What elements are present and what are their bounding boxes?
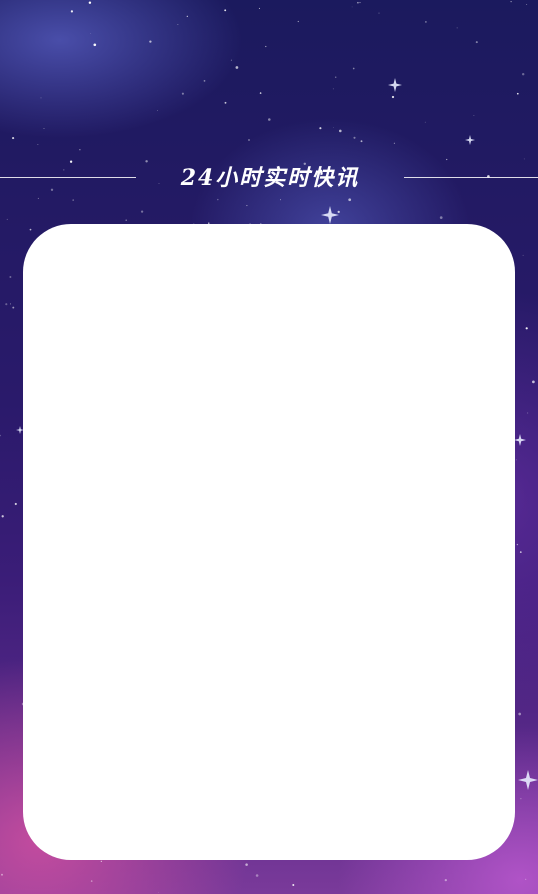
star (14, 502, 17, 506)
star (348, 198, 352, 202)
star (29, 228, 32, 231)
star (337, 210, 340, 214)
star (424, 121, 426, 123)
star (378, 12, 380, 14)
star (125, 219, 127, 221)
star (351, 6, 353, 8)
sparkle-star-icon (388, 78, 402, 92)
star (40, 97, 42, 99)
star (72, 199, 74, 201)
star (1, 515, 4, 518)
star (88, 1, 92, 4)
star (1, 873, 3, 876)
star (357, 1, 359, 4)
star (90, 33, 92, 34)
star (522, 254, 524, 256)
star (149, 40, 152, 43)
star (268, 118, 271, 121)
star (456, 27, 458, 29)
star (235, 66, 239, 69)
star (177, 24, 179, 25)
star (43, 128, 45, 130)
star (224, 9, 227, 12)
star (532, 380, 535, 384)
star (79, 149, 81, 151)
sparkle-star-icon (514, 434, 526, 446)
star (332, 88, 334, 90)
star (360, 140, 363, 143)
star (391, 95, 395, 99)
page-title: 24小时实时快讯 (180, 165, 360, 191)
sparkle-star-icon (465, 135, 475, 145)
star (186, 15, 188, 17)
star (439, 216, 443, 219)
star (332, 127, 334, 128)
star (181, 92, 184, 95)
star (444, 878, 447, 882)
star (230, 59, 232, 61)
star (10, 303, 11, 305)
star (100, 860, 102, 862)
star (224, 101, 227, 104)
star (90, 880, 93, 882)
star (516, 92, 519, 95)
sparkle-star-icon (321, 206, 339, 224)
star (473, 115, 475, 116)
star (255, 874, 259, 877)
news-feed-card (23, 224, 515, 860)
section-header: 24小时实时快讯 (0, 160, 538, 196)
star (12, 137, 15, 140)
star (6, 218, 8, 220)
star (425, 21, 427, 23)
star (352, 67, 355, 70)
star (518, 712, 522, 716)
star (334, 76, 337, 78)
star (319, 127, 322, 130)
star (525, 327, 528, 330)
star (203, 80, 206, 82)
star (93, 43, 97, 47)
star (70, 10, 74, 13)
star (475, 41, 478, 44)
star (37, 197, 39, 199)
star (525, 878, 527, 880)
star (140, 210, 144, 213)
star (527, 412, 529, 414)
star (393, 142, 395, 144)
star (9, 276, 12, 278)
sparkle-star-icon (518, 770, 538, 790)
star (0, 434, 1, 437)
star (258, 7, 260, 9)
star (265, 45, 267, 48)
star (245, 863, 248, 866)
header-divider-right (404, 177, 538, 178)
star (292, 884, 295, 886)
star (519, 551, 522, 553)
star (158, 892, 159, 894)
star (353, 136, 356, 139)
star (157, 110, 159, 111)
star (259, 92, 262, 94)
star (12, 306, 15, 309)
star (37, 144, 39, 145)
star (516, 543, 519, 546)
star (246, 205, 248, 207)
star (217, 198, 219, 201)
star (521, 72, 525, 76)
star (339, 129, 342, 133)
star (515, 459, 517, 461)
star (248, 139, 250, 141)
star (280, 199, 281, 201)
star (359, 2, 361, 4)
star (297, 20, 299, 23)
star (526, 4, 528, 6)
header-divider-left (0, 177, 136, 178)
star (520, 798, 522, 800)
star (5, 303, 8, 306)
star (510, 0, 512, 3)
